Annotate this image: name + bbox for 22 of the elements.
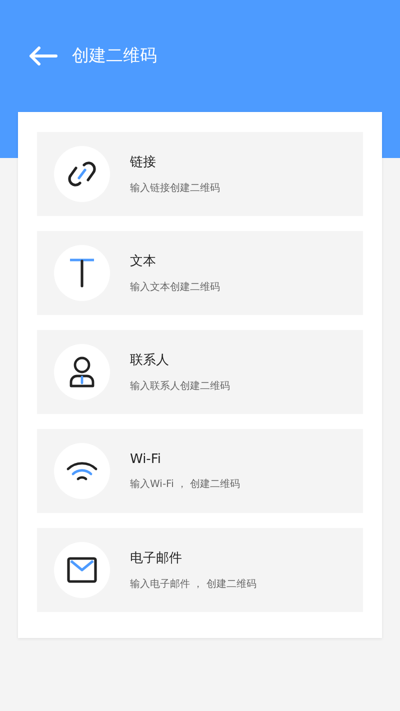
option-description: 输入电子邮件 ， 创建二维码 [130, 578, 256, 591]
person-icon [68, 356, 96, 388]
option-description: 输入Wi-Fi ， 创建二维码 [130, 478, 240, 490]
page-title: 创建二维码 [72, 45, 157, 67]
option-title: 链接 [130, 154, 157, 171]
option-title: Wi-Fi [130, 452, 162, 466]
back-arrow-icon[interactable] [28, 46, 58, 66]
option-item[interactable]: 联系人 输入联系人创建二维码 [37, 330, 363, 414]
option-item[interactable]: 电子邮件 输入电子邮件 ， 创建二维码 [37, 528, 363, 612]
link-icon [67, 159, 97, 189]
envelope-icon [67, 557, 97, 583]
option-item[interactable]: 文本 输入文本创建二维码 [37, 231, 363, 315]
option-item[interactable]: 链接 输入链接创建二维码 [37, 132, 363, 216]
option-title: 文本 [130, 253, 157, 270]
option-description: 输入联系人创建二维码 [130, 380, 230, 393]
option-title: 联系人 [130, 352, 170, 369]
text-icon [68, 258, 96, 288]
wifi-icon [66, 461, 98, 481]
option-title: 电子邮件 [130, 550, 183, 567]
option-description: 输入文本创建二维码 [130, 280, 220, 294]
option-description: 输入链接创建二维码 [130, 182, 220, 195]
option-item[interactable]: Wi-Fi 输入Wi-Fi ， 创建二维码 [37, 429, 363, 513]
